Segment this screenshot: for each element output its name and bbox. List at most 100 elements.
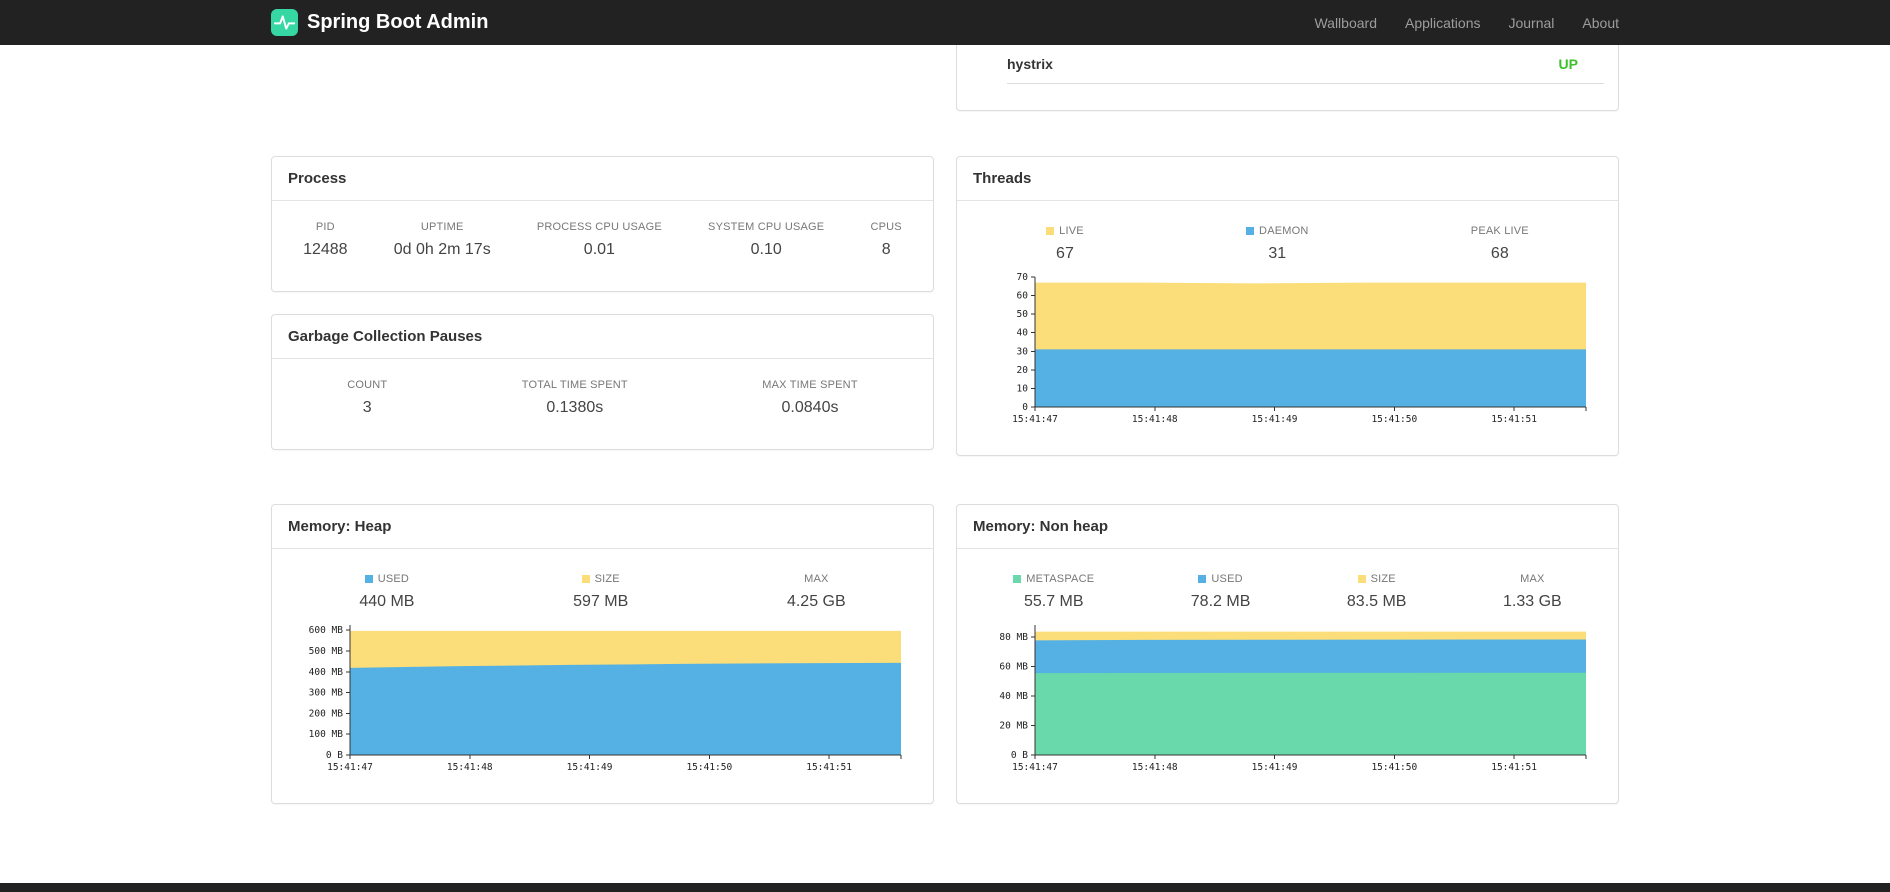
legend-swatch xyxy=(1246,227,1255,235)
stat-cpus: CPUS 8 xyxy=(870,221,901,259)
svg-text:15:41:51: 15:41:51 xyxy=(1491,414,1537,425)
nav-link-applications[interactable]: Applications xyxy=(1405,15,1481,31)
legend-label: MAX xyxy=(1520,573,1545,585)
svg-text:200 MB: 200 MB xyxy=(309,708,344,719)
legend-item-size: SIZE 597 MB xyxy=(573,573,628,611)
svg-text:10: 10 xyxy=(1017,383,1029,394)
brand[interactable]: Spring Boot Admin xyxy=(271,9,488,36)
legend-label: SIZE xyxy=(1370,573,1396,585)
bottom-row: Memory: Heap USED 440 MB SIZE 597 MB MAX… xyxy=(271,504,1619,804)
legend-value: 68 xyxy=(1490,245,1509,262)
svg-text:60: 60 xyxy=(1017,291,1029,302)
health-row-section: hystrix UP xyxy=(271,45,1619,111)
svg-text:40 MB: 40 MB xyxy=(999,691,1028,702)
legend-swatch xyxy=(581,575,590,583)
stat-label: CPUS xyxy=(870,221,902,233)
stat-label: MAX TIME SPENT xyxy=(762,379,858,391)
stat-system-cpu: SYSTEM CPU USAGE 0.10 xyxy=(708,221,824,259)
panel-title: Garbage Collection Pauses xyxy=(272,315,933,359)
threads-legend: LIVE 67 DAEMON 31 PEAK LIVE 68 xyxy=(957,201,1618,263)
nav-link-wallboard[interactable]: Wallboard xyxy=(1314,15,1377,31)
stat-uptime: UPTIME 0d 0h 2m 17s xyxy=(394,221,491,259)
stat-label: UPTIME xyxy=(420,221,464,233)
navbar-container: Spring Boot Admin Wallboard Applications… xyxy=(265,9,1625,36)
svg-text:15:41:51: 15:41:51 xyxy=(806,762,852,773)
svg-text:15:41:50: 15:41:50 xyxy=(1371,414,1417,425)
stat-gc-count: COUNT 3 xyxy=(347,379,387,417)
svg-text:15:41:50: 15:41:50 xyxy=(1371,762,1417,773)
svg-text:15:41:51: 15:41:51 xyxy=(1491,762,1537,773)
process-panel: Process PID 12488 UPTIME 0d 0h 2m 17s PR… xyxy=(271,156,934,292)
svg-text:70: 70 xyxy=(1017,272,1029,283)
legend-swatch xyxy=(1046,227,1055,235)
stat-value: 0.01 xyxy=(583,241,615,258)
legend-swatch xyxy=(364,575,373,583)
middle-row: Process PID 12488 UPTIME 0d 0h 2m 17s PR… xyxy=(271,156,1619,456)
panel-title: Process xyxy=(272,157,933,201)
legend-item-peak-live: PEAK LIVE 68 xyxy=(1471,225,1529,263)
legend-label: METASPACE xyxy=(1026,573,1095,585)
footer-bar xyxy=(0,883,1890,892)
nonheap-legend: METASPACE 55.7 MB USED 78.2 MB SIZE 83.5… xyxy=(957,549,1618,611)
svg-text:50: 50 xyxy=(1017,309,1029,320)
svg-text:15:41:49: 15:41:49 xyxy=(567,762,613,773)
legend-item-size: SIZE 83.5 MB xyxy=(1347,573,1407,611)
legend-item-max: MAX 1.33 GB xyxy=(1503,573,1562,611)
svg-text:15:41:49: 15:41:49 xyxy=(1252,762,1298,773)
stat-label: SYSTEM CPU USAGE xyxy=(708,221,825,233)
stat-gc-max-time: MAX TIME SPENT 0.0840s xyxy=(762,379,858,417)
svg-text:15:41:47: 15:41:47 xyxy=(327,762,373,773)
panel-title: Threads xyxy=(957,157,1618,201)
spring-boot-admin-logo-icon xyxy=(271,9,298,36)
svg-text:20: 20 xyxy=(1017,365,1029,376)
svg-text:15:41:50: 15:41:50 xyxy=(686,762,732,773)
svg-text:15:41:48: 15:41:48 xyxy=(447,762,493,773)
panel-title: Memory: Non heap xyxy=(957,505,1618,549)
stat-process-cpu: PROCESS CPU USAGE 0.01 xyxy=(537,221,662,259)
legend-item-max: MAX 4.25 GB xyxy=(787,573,846,611)
legend-value: 31 xyxy=(1268,245,1287,262)
svg-text:15:41:47: 15:41:47 xyxy=(1012,762,1058,773)
nonheap-memory-panel: Memory: Non heap METASPACE 55.7 MB USED xyxy=(956,504,1619,804)
stat-value: 8 xyxy=(881,241,891,258)
nav-links: Wallboard Applications Journal About xyxy=(1314,15,1619,31)
brand-title: Spring Boot Admin xyxy=(307,11,489,33)
legend-value: 440 MB xyxy=(359,593,415,610)
legend-swatch xyxy=(1198,575,1207,583)
legend-label: PEAK LIVE xyxy=(1470,225,1529,237)
legend-label: USED xyxy=(1211,573,1243,585)
gc-panel: Garbage Collection Pauses COUNT 3 TOTAL … xyxy=(271,314,934,450)
threads-chart-wrap: 0 10 20 30 40 50 60 70 15:41:47 15:41:48 15:41:49 1… xyxy=(957,263,1618,455)
svg-text:300 MB: 300 MB xyxy=(309,688,344,699)
legend-item-daemon: DAEMON 31 xyxy=(1246,225,1308,263)
legend-value: 1.33 GB xyxy=(1503,593,1562,610)
gc-stats: COUNT 3 TOTAL TIME SPENT 0.1380s MAX TIM… xyxy=(272,359,933,449)
nonheap-chart-wrap: 0 B 20 MB 40 MB 60 MB 80 MB 15:41:47 15:41:48 1… xyxy=(957,611,1618,803)
nav-link-journal[interactable]: Journal xyxy=(1508,15,1554,31)
legend-value: 55.7 MB xyxy=(1023,593,1084,610)
navbar: Spring Boot Admin Wallboard Applications… xyxy=(0,0,1890,45)
svg-text:600 MB: 600 MB xyxy=(309,625,344,636)
nav-link-about[interactable]: About xyxy=(1582,15,1619,31)
svg-text:15:41:48: 15:41:48 xyxy=(1132,414,1178,425)
page-content: hystrix UP Process PID 12488 UPTIME 0d 0… xyxy=(271,45,1619,804)
svg-text:80 MB: 80 MB xyxy=(999,632,1028,643)
health-panel: hystrix UP xyxy=(956,45,1619,111)
process-stats: PID 12488 UPTIME 0d 0h 2m 17s PROCESS CP… xyxy=(272,201,933,291)
svg-text:15:41:47: 15:41:47 xyxy=(1012,414,1058,425)
heap-legend: USED 440 MB SIZE 597 MB MAX 4.25 GB xyxy=(272,549,933,611)
threads-panel: Threads LIVE 67 DAEMON 31 PEAK LIVE 68 0… xyxy=(956,156,1619,456)
legend-swatch xyxy=(1357,575,1366,583)
svg-text:15:41:48: 15:41:48 xyxy=(1132,762,1178,773)
legend-label: USED xyxy=(377,573,410,585)
stat-value: 0.0840s xyxy=(781,399,839,416)
svg-text:400 MB: 400 MB xyxy=(309,667,344,678)
status-badge: UP xyxy=(1558,56,1578,72)
stat-value: 0.10 xyxy=(750,241,782,258)
legend-swatch xyxy=(1013,575,1022,583)
legend-item-live: LIVE 67 xyxy=(1046,225,1084,263)
legend-item-used: USED 440 MB xyxy=(359,573,414,611)
legend-label: MAX xyxy=(804,573,829,585)
svg-text:0 B: 0 B xyxy=(326,750,343,761)
stat-pid: PID 12488 xyxy=(303,221,348,259)
